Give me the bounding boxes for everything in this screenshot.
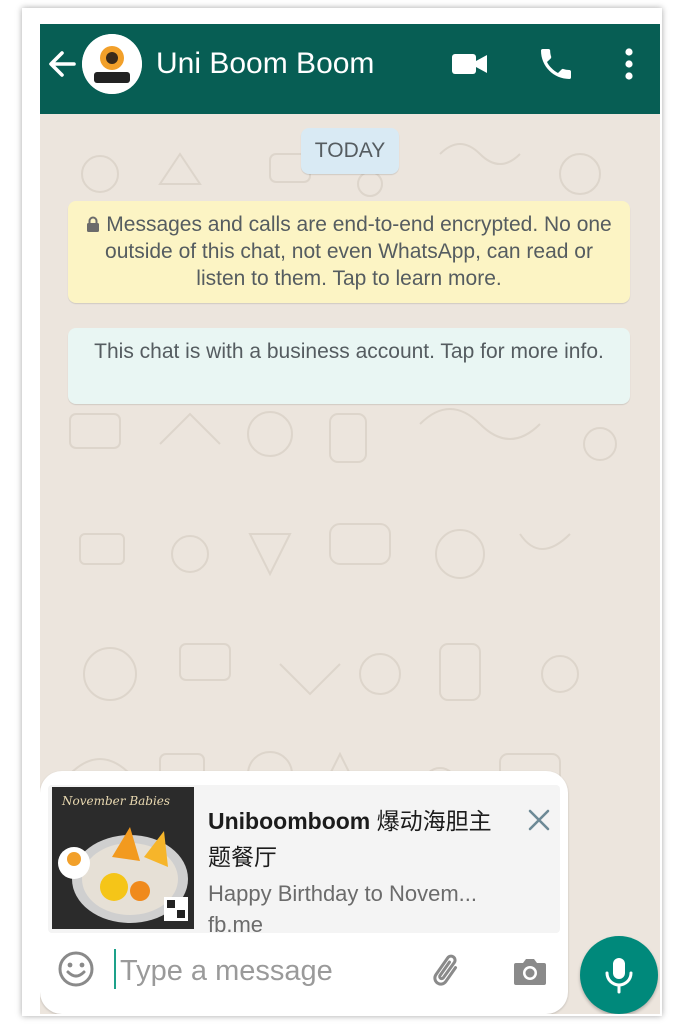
encryption-notice[interactable]: Messages and calls are end-to-end encryp… — [68, 201, 630, 303]
message-input[interactable] — [120, 953, 420, 989]
link-preview[interactable]: November Babies Uniboomboom 爆动海胆主题餐厅 Hap… — [48, 785, 560, 937]
whatsapp-chat-screen: Uni Boom Boom TODAY Messages and calls a… — [40, 24, 660, 1014]
camera-button[interactable] — [510, 951, 550, 991]
business-account-notice[interactable]: This chat is with a business account. Ta… — [68, 328, 630, 404]
microphone-icon — [605, 958, 633, 994]
close-icon — [528, 809, 550, 831]
link-preview-thumbnail: November Babies — [52, 787, 194, 929]
lock-icon — [87, 216, 100, 232]
contact-name[interactable]: Uni Boom Boom — [156, 44, 374, 84]
more-options-button[interactable] — [612, 44, 646, 84]
video-camera-icon — [452, 54, 487, 74]
encryption-notice-text: Messages and calls are end-to-end encryp… — [105, 213, 612, 290]
video-call-button[interactable] — [450, 44, 490, 84]
contact-avatar[interactable] — [82, 34, 142, 94]
link-preview-title-latin: Uniboomboom — [208, 808, 371, 834]
link-preview-description: Happy Birthday to Novem... — [208, 881, 478, 906]
voice-call-button[interactable] — [536, 44, 576, 84]
smiley-icon — [58, 951, 94, 987]
chat-header: Uni Boom Boom — [40, 24, 660, 114]
camera-icon — [514, 959, 546, 985]
voice-message-button[interactable] — [580, 936, 658, 1014]
arrow-left-icon — [49, 51, 76, 77]
phone-icon — [541, 49, 571, 79]
message-composer: November Babies Uniboomboom 爆动海胆主题餐厅 Hap… — [40, 771, 568, 1014]
date-divider: TODAY — [301, 128, 399, 174]
more-vertical-icon — [625, 48, 633, 80]
thumbnail-caption: November Babies — [61, 794, 170, 808]
paperclip-icon — [433, 954, 458, 986]
back-button[interactable] — [44, 46, 80, 82]
text-cursor — [114, 949, 116, 989]
link-preview-domain: fb.me — [208, 912, 264, 937]
emoji-button[interactable] — [56, 949, 96, 989]
close-preview-button[interactable] — [524, 805, 554, 835]
link-preview-title: Uniboomboom 爆动海胆主题餐厅 — [208, 803, 508, 875]
attach-button[interactable] — [428, 951, 468, 991]
